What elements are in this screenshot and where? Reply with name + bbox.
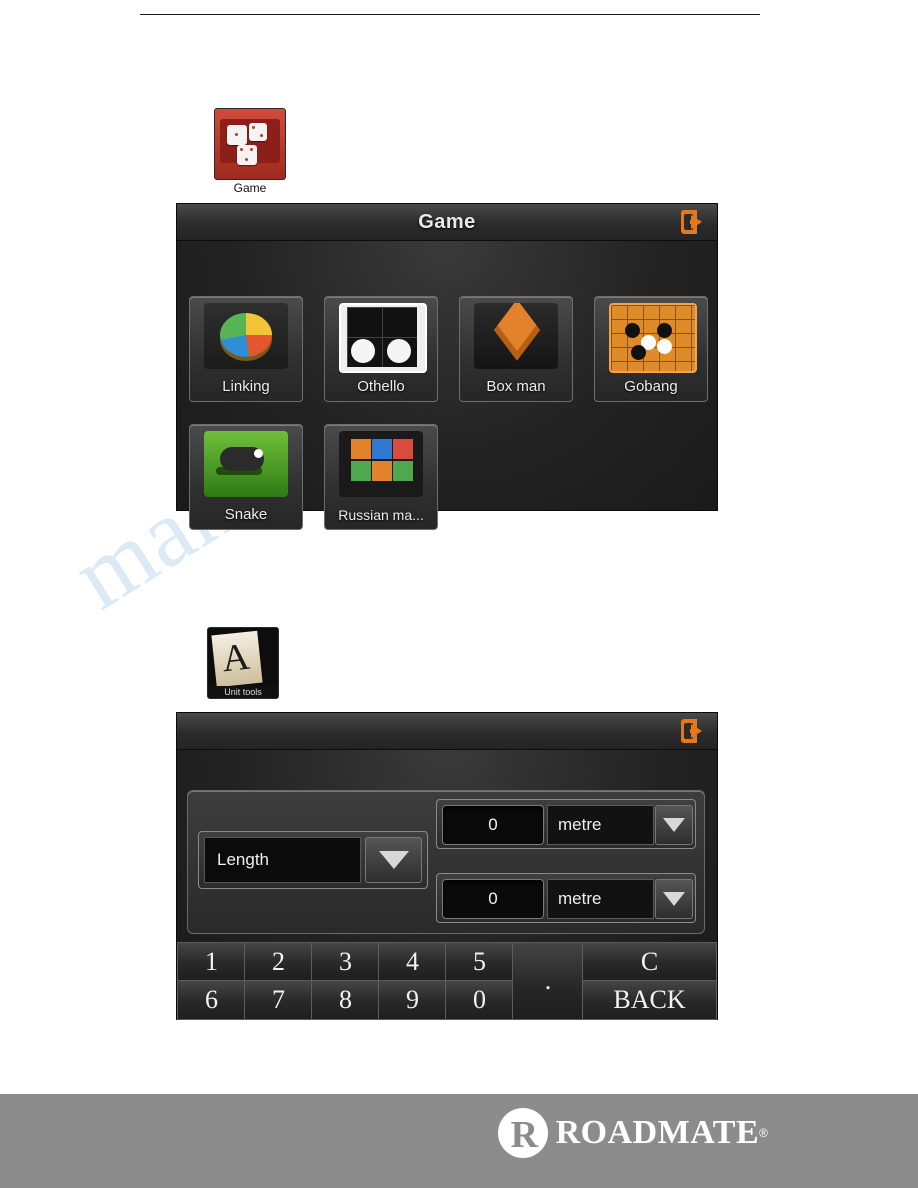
conversion-row-2: 0 metre <box>436 873 696 923</box>
header-rule <box>140 14 760 15</box>
tetris-blocks-icon <box>339 431 423 497</box>
gobang-board-icon <box>609 303 697 373</box>
desktop-icon-game-label: Game <box>233 181 267 195</box>
box-cube-icon <box>474 303 558 369</box>
game-tile-linking[interactable]: Linking <box>189 296 303 402</box>
brand-name: ROADMATE <box>555 1114 760 1151</box>
game-tile-gobang[interactable]: Gobang <box>594 296 708 402</box>
chevron-down-icon[interactable] <box>655 805 693 845</box>
game-app-icon <box>214 108 286 180</box>
key-3[interactable]: 3 <box>311 942 380 982</box>
category-value: Length <box>217 850 269 869</box>
exit-icon[interactable] <box>681 719 707 743</box>
unit-tools-screen-header <box>177 713 717 750</box>
key-8[interactable]: 8 <box>311 980 380 1020</box>
unit-display-2[interactable]: metre <box>547 879 654 919</box>
value-input-1-value: 0 <box>488 815 498 834</box>
game-tile-label: Snake <box>224 506 268 523</box>
key-decimal-point[interactable]: . <box>512 942 584 1020</box>
roadmate-mark-icon: R <box>497 1108 548 1158</box>
game-tile-othello[interactable]: Othello <box>324 296 438 402</box>
unit-tools-app-icon: A Unit tools <box>207 627 279 699</box>
key-0[interactable]: 0 <box>445 980 514 1020</box>
game-screen: Game Linking Othello Box man Gobang Snak… <box>176 203 718 530</box>
keypad: 1 2 3 4 5 6 7 8 9 0 . C BACK <box>177 942 717 1020</box>
game-tile-label: Russian ma... <box>338 507 424 523</box>
page-footer: R ROADMATE ® <box>0 1094 918 1188</box>
unit-display-1-value: metre <box>558 815 602 834</box>
key-back[interactable]: BACK <box>582 980 717 1020</box>
game-screen-header: Game <box>177 204 717 241</box>
chevron-down-icon[interactable] <box>655 879 693 919</box>
key-6[interactable]: 6 <box>177 980 246 1020</box>
snake-icon <box>204 431 288 497</box>
game-tile-russian[interactable]: Russian ma... <box>324 424 438 530</box>
game-screen-title: Game <box>418 211 476 233</box>
document-page: manualshive.com Game Game Linking <box>0 0 918 1188</box>
key-7[interactable]: 7 <box>244 980 313 1020</box>
unit-tools-screen-body: Length 0 metre 0 metre 1 2 3 4 5 6 7 8 9… <box>177 750 717 1020</box>
game-tile-snake[interactable]: Snake <box>189 424 303 530</box>
exit-icon[interactable] <box>681 210 707 234</box>
key-2[interactable]: 2 <box>244 942 313 982</box>
registered-mark: ® <box>759 1126 768 1140</box>
game-tile-label: Linking <box>222 378 270 395</box>
game-tile-label: Box man <box>486 378 546 395</box>
value-input-1[interactable]: 0 <box>442 805 544 845</box>
conversion-row-1: 0 metre <box>436 799 696 849</box>
pie-chart-icon <box>204 303 288 369</box>
game-tile-label: Gobang <box>624 378 678 395</box>
value-input-2-value: 0 <box>488 889 498 908</box>
desktop-icon-unit-tools[interactable]: A Unit tools <box>207 627 279 699</box>
key-clear[interactable]: C <box>582 942 717 982</box>
key-1[interactable]: 1 <box>177 942 246 982</box>
chevron-down-icon[interactable] <box>365 837 422 883</box>
brand-mark-letter: R <box>510 1114 539 1156</box>
game-tile-label: Othello <box>357 378 405 395</box>
desktop-icon-game[interactable]: Game <box>214 108 286 195</box>
key-5[interactable]: 5 <box>445 942 514 982</box>
unit-tools-icon-band-label: Unit tools <box>208 686 278 698</box>
converter-panel: Length 0 metre 0 metre <box>187 790 705 934</box>
unit-display-2-value: metre <box>558 889 602 908</box>
game-screen-body: Linking Othello Box man Gobang Snake Rus… <box>177 241 717 530</box>
othello-board-icon <box>339 303 427 373</box>
key-4[interactable]: 4 <box>378 942 447 982</box>
game-tile-box-man[interactable]: Box man <box>459 296 573 402</box>
unit-display-1[interactable]: metre <box>547 805 654 845</box>
value-input-2[interactable]: 0 <box>442 879 544 919</box>
brand-logo: R ROADMATE ® <box>497 1108 768 1158</box>
category-selector[interactable]: Length <box>198 831 428 889</box>
unit-tools-screen: Length 0 metre 0 metre 1 2 3 4 5 6 7 8 9… <box>176 712 718 1020</box>
key-9[interactable]: 9 <box>378 980 447 1020</box>
